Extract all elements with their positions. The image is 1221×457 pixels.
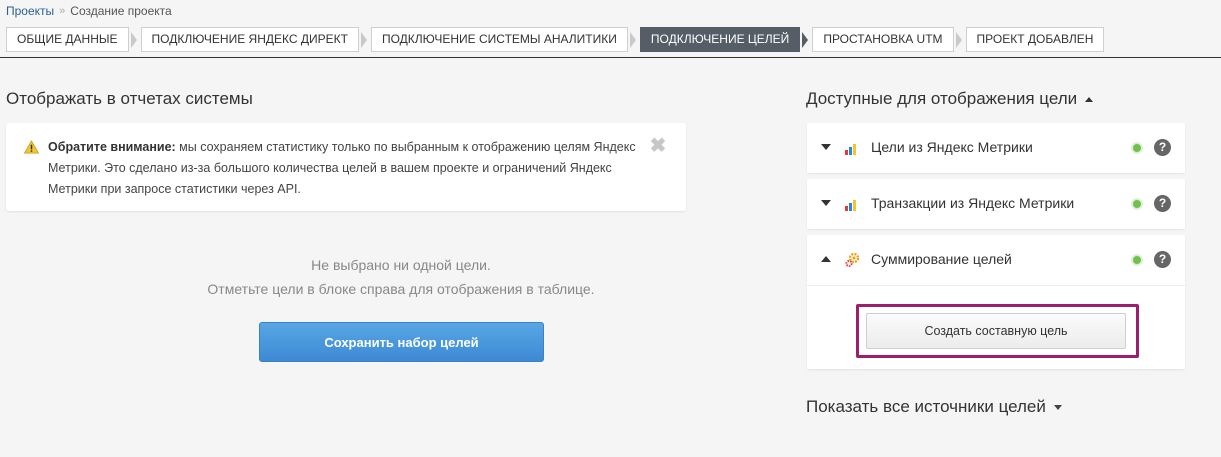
empty-state-hint: Отметьте цели в блоке справа для отображ…: [207, 281, 595, 297]
breadcrumb: Проекты » Создание проекта: [6, 4, 172, 18]
help-icon[interactable]: ?: [1154, 251, 1171, 268]
status-ok-icon: [1133, 144, 1141, 152]
notice-emphasis: Обратите внимание:: [48, 140, 176, 154]
step-connect-goals[interactable]: ПОДКЛЮЧЕНИЕ ЦЕЛЕЙ: [639, 27, 801, 52]
collapse-caret-icon[interactable]: [821, 256, 831, 262]
metrika-chart-icon: [845, 144, 856, 155]
breadcrumb-current: Создание проекта: [70, 4, 172, 18]
empty-state-title: Не выбрано ни одной цели.: [311, 257, 491, 273]
step-arrow-icon: [130, 31, 137, 48]
source-row[interactable]: Суммирование целей ?: [807, 235, 1185, 285]
create-composite-goal-button[interactable]: Создать составную цель: [866, 313, 1126, 349]
save-goal-set-button[interactable]: Сохранить набор целей: [259, 322, 544, 362]
show-all-sources-label: Показать все источники целей: [806, 397, 1046, 416]
source-panel-metrika-transactions: Транзакции из Яндекс Метрики ?: [807, 179, 1185, 229]
expand-caret-icon[interactable]: [821, 144, 831, 150]
gears-icon: [845, 252, 860, 268]
wizard-steps: ОБЩИЕ ДАННЫЕ ПОДКЛЮЧЕНИЕ ЯНДЕКС ДИРЕКТ П…: [6, 27, 1105, 52]
step-utm[interactable]: ПРОСТАНОВКА UTM: [812, 27, 954, 52]
header-divider: [0, 57, 1221, 58]
notice-box: Обратите внимание: мы сохраняем статисти…: [6, 123, 686, 211]
status-ok-icon: [1133, 256, 1141, 264]
step-arrow-icon: [360, 31, 367, 48]
source-panel-metrika-goals: Цели из Яндекс Метрики ?: [807, 123, 1185, 173]
help-icon[interactable]: ?: [1154, 139, 1171, 156]
step-connect-direct[interactable]: ПОДКЛЮЧЕНИЕ ЯНДЕКС ДИРЕКТ: [140, 27, 359, 52]
notice-text: Обратите внимание: мы сохраняем статисти…: [48, 137, 648, 200]
caret-up-icon: [1085, 96, 1094, 102]
help-icon[interactable]: ?: [1154, 195, 1171, 212]
step-arrow-icon: [955, 31, 962, 48]
warning-icon: [24, 140, 39, 154]
close-icon[interactable]: ✖: [649, 136, 667, 156]
status-ok-icon: [1133, 200, 1141, 208]
source-row[interactable]: Транзакции из Яндекс Метрики ?: [807, 179, 1185, 229]
caret-down-icon: [1053, 404, 1062, 410]
source-panel-goal-sum: Суммирование целей ? Создать составную ц…: [807, 235, 1185, 369]
breadcrumb-link-projects[interactable]: Проекты: [6, 4, 54, 18]
step-project-added[interactable]: ПРОЕКТ ДОБАВЛЕН: [965, 27, 1105, 52]
step-arrow-icon: [802, 31, 809, 48]
breadcrumb-separator: »: [59, 5, 66, 17]
goal-sum-body: Создать составную цель: [807, 285, 1185, 369]
source-row[interactable]: Цели из Яндекс Метрики ?: [807, 123, 1185, 173]
step-general-data[interactable]: ОБЩИЕ ДАННЫЕ: [6, 27, 129, 52]
source-label: Цели из Яндекс Метрики: [871, 139, 1033, 155]
source-label: Транзакции из Яндекс Метрики: [871, 195, 1075, 211]
expand-caret-icon[interactable]: [821, 200, 831, 206]
metrika-chart-icon: [845, 200, 856, 211]
available-goals-title: Доступные для отображения цели: [806, 89, 1078, 108]
step-arrow-icon: [629, 31, 636, 48]
source-label: Суммирование целей: [871, 251, 1012, 267]
report-goals-title: Отображать в отчетах системы: [6, 89, 253, 108]
show-all-sources-toggle[interactable]: Показать все источники целей: [806, 397, 1062, 417]
step-connect-analytics[interactable]: ПОДКЛЮЧЕНИЕ СИСТЕМЫ АНАЛИТИКИ: [370, 27, 628, 52]
available-goals-header[interactable]: Доступные для отображения цели: [806, 89, 1094, 109]
